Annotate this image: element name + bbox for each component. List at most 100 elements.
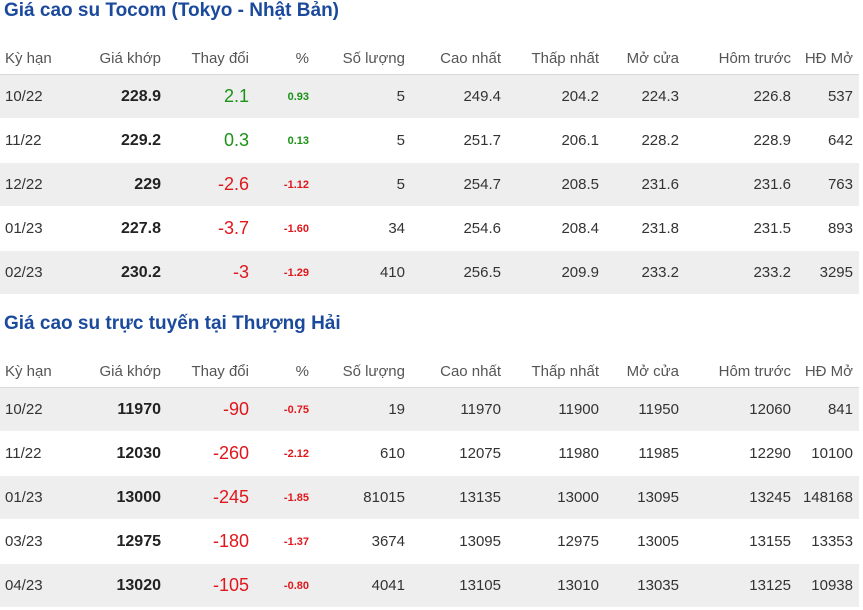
cell-previous: 228.9 [685, 118, 797, 163]
cell-open: 11985 [605, 431, 685, 476]
cell-open: 228.2 [605, 118, 685, 163]
header-change: Thay đổi [167, 355, 255, 388]
cell-low: 209.9 [507, 250, 605, 295]
cell-open: 13005 [605, 519, 685, 564]
shanghai-section-title: Giá cao su trực tuyến tại Thượng Hải [4, 313, 341, 334]
table-header-row: Kỳ hạn Giá khớp Thay đổi % Số lượng Cao … [0, 42, 859, 75]
cell-match-price: 13000 [75, 475, 167, 520]
cell-change: -2.6 [167, 162, 255, 207]
cell-percent: 0.93 [255, 74, 315, 119]
header-match-price: Giá khớp [75, 42, 167, 75]
cell-term: 01/23 [0, 206, 75, 251]
header-percent: % [255, 355, 315, 388]
header-match-price: Giá khớp [75, 355, 167, 388]
tocom-section-title: Giá cao su Tocom (Tokyo - Nhật Bản) [4, 0, 339, 21]
table-header-row: Kỳ hạn Giá khớp Thay đổi % Số lượng Cao … [0, 355, 859, 388]
cell-open-interest: 3295 [797, 250, 859, 295]
cell-open: 224.3 [605, 74, 685, 119]
cell-high: 13105 [411, 563, 507, 608]
cell-low: 208.4 [507, 206, 605, 251]
header-low: Thấp nhất [507, 355, 605, 388]
cell-open: 13035 [605, 563, 685, 608]
cell-percent: -1.60 [255, 206, 315, 251]
cell-term: 03/23 [0, 519, 75, 564]
tocom-price-table: Kỳ hạn Giá khớp Thay đổi % Số lượng Cao … [0, 42, 859, 295]
table-row: 03/23 12975 -180 -1.37 3674 13095 12975 … [0, 519, 859, 564]
cell-previous: 231.6 [685, 162, 797, 207]
cell-high: 251.7 [411, 118, 507, 163]
table-row: 10/22 228.9 2.1 0.93 5 249.4 204.2 224.3… [0, 74, 859, 119]
cell-percent: -1.12 [255, 162, 315, 207]
cell-volume: 610 [315, 431, 411, 476]
cell-match-price: 229.2 [75, 118, 167, 163]
cell-previous: 231.5 [685, 206, 797, 251]
header-previous: Hôm trước [685, 42, 797, 75]
cell-open: 13095 [605, 475, 685, 520]
cell-previous: 233.2 [685, 250, 797, 295]
header-open-interest: HĐ Mở [797, 355, 859, 388]
cell-change: -105 [167, 563, 255, 608]
header-low: Thấp nhất [507, 42, 605, 75]
cell-open: 233.2 [605, 250, 685, 295]
cell-volume: 3674 [315, 519, 411, 564]
header-volume: Số lượng [315, 42, 411, 75]
header-open-interest: HĐ Mở [797, 42, 859, 75]
cell-high: 254.7 [411, 162, 507, 207]
cell-volume: 5 [315, 162, 411, 207]
cell-low: 11900 [507, 387, 605, 432]
cell-previous: 13245 [685, 475, 797, 520]
cell-match-price: 230.2 [75, 250, 167, 295]
cell-term: 04/23 [0, 563, 75, 608]
cell-match-price: 12030 [75, 431, 167, 476]
cell-match-price: 13020 [75, 563, 167, 608]
cell-match-price: 227.8 [75, 206, 167, 251]
cell-previous: 12060 [685, 387, 797, 432]
cell-term: 12/22 [0, 162, 75, 207]
cell-volume: 81015 [315, 475, 411, 520]
cell-volume: 410 [315, 250, 411, 295]
cell-change: -245 [167, 475, 255, 520]
cell-previous: 12290 [685, 431, 797, 476]
cell-match-price: 11970 [75, 387, 167, 432]
header-previous: Hôm trước [685, 355, 797, 388]
cell-open: 231.8 [605, 206, 685, 251]
cell-volume: 5 [315, 74, 411, 119]
cell-term: 01/23 [0, 475, 75, 520]
cell-low: 11980 [507, 431, 605, 476]
cell-percent: -1.37 [255, 519, 315, 564]
header-volume: Số lượng [315, 355, 411, 388]
cell-low: 208.5 [507, 162, 605, 207]
table-row: 02/23 230.2 -3 -1.29 410 256.5 209.9 233… [0, 250, 859, 295]
cell-match-price: 228.9 [75, 74, 167, 119]
cell-change: -180 [167, 519, 255, 564]
cell-low: 13010 [507, 563, 605, 608]
cell-change: -90 [167, 387, 255, 432]
cell-high: 249.4 [411, 74, 507, 119]
cell-open-interest: 841 [797, 387, 859, 432]
cell-volume: 4041 [315, 563, 411, 608]
table-row: 01/23 13000 -245 -1.85 81015 13135 13000… [0, 475, 859, 520]
cell-percent: -1.85 [255, 475, 315, 520]
cell-change: -3.7 [167, 206, 255, 251]
cell-high: 11970 [411, 387, 507, 432]
cell-open-interest: 893 [797, 206, 859, 251]
cell-low: 206.1 [507, 118, 605, 163]
cell-open-interest: 763 [797, 162, 859, 207]
header-percent: % [255, 42, 315, 75]
header-term: Kỳ hạn [0, 355, 75, 388]
cell-open: 231.6 [605, 162, 685, 207]
header-term: Kỳ hạn [0, 42, 75, 75]
cell-percent: -0.80 [255, 563, 315, 608]
cell-change: -260 [167, 431, 255, 476]
cell-volume: 34 [315, 206, 411, 251]
cell-term: 10/22 [0, 387, 75, 432]
shanghai-price-table: Kỳ hạn Giá khớp Thay đổi % Số lượng Cao … [0, 355, 859, 608]
table-row: 12/22 229 -2.6 -1.12 5 254.7 208.5 231.6… [0, 162, 859, 207]
table-row: 04/23 13020 -105 -0.80 4041 13105 13010 … [0, 563, 859, 608]
header-high: Cao nhất [411, 355, 507, 388]
cell-open-interest: 148168 [797, 475, 859, 520]
cell-open-interest: 642 [797, 118, 859, 163]
header-open: Mở cửa [605, 355, 685, 388]
cell-high: 254.6 [411, 206, 507, 251]
cell-high: 256.5 [411, 250, 507, 295]
